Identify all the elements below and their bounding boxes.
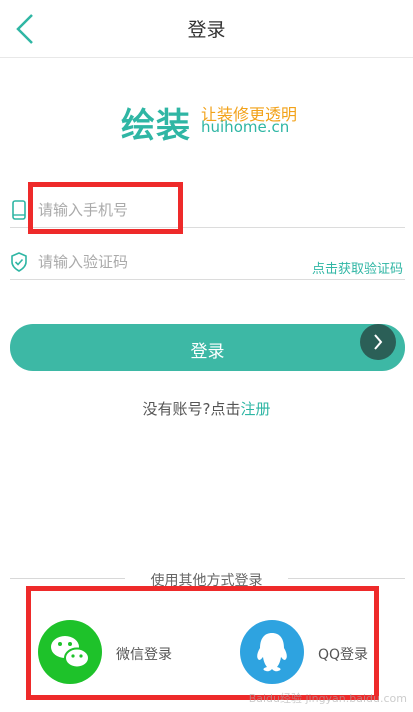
app-logo: 绘装 让装修更透明 huihome.cn xyxy=(121,98,301,146)
code-input[interactable] xyxy=(38,250,278,274)
highlight-box-social xyxy=(26,586,379,700)
watermark: Baidu经验 jingyan.baidu.com xyxy=(248,692,407,705)
register-link[interactable]: 注册 xyxy=(240,400,270,418)
highlight-box-phone xyxy=(28,182,183,234)
logo-text: 绘装 xyxy=(121,106,191,146)
register-text: 没有账号?点击 xyxy=(142,400,241,418)
get-code-link[interactable]: 点击获取验证码 xyxy=(312,258,403,277)
login-button-label: 登录 xyxy=(190,342,225,362)
login-button[interactable]: 登录 xyxy=(10,324,405,371)
shield-check-icon xyxy=(11,252,27,272)
page-title: 登录 xyxy=(187,19,226,41)
arrow-right-icon xyxy=(360,324,396,360)
phone-icon xyxy=(12,200,26,220)
logo-domain: huihome.cn xyxy=(201,118,290,136)
code-field: 点击获取验证码 xyxy=(10,244,405,280)
register-prompt: 没有账号?点击注册 xyxy=(0,398,413,419)
top-nav-bar: 登录 xyxy=(0,0,413,58)
